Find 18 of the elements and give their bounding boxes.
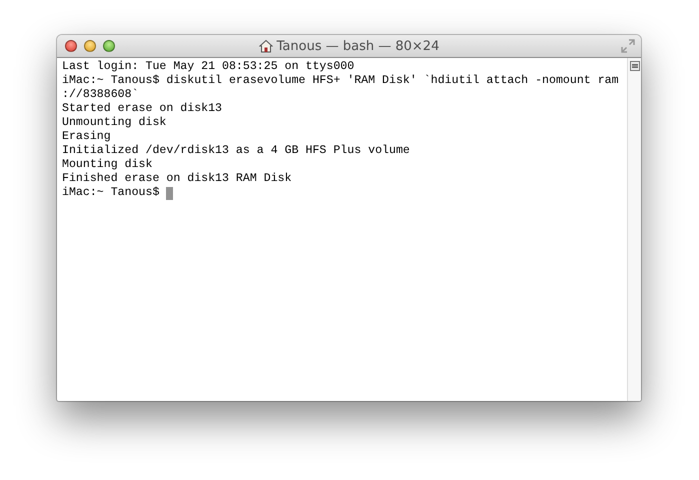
fullscreen-icon[interactable] — [621, 39, 635, 53]
terminal-line: iMac:~ Tanous$ — [62, 186, 160, 200]
split-pane-icon[interactable] — [630, 61, 640, 71]
terminal-line: Started erase on disk13 — [62, 102, 222, 116]
terminal-line: iMac:~ Tanous$ diskutil erasevolume HFS+ 'RAM Disk' `hdiutil attach -nomount ram — [62, 74, 619, 88]
terminal-line: Mounting disk — [62, 158, 152, 172]
house-icon — [258, 39, 273, 53]
terminal-line: Last login: Tue May 21 08:53:25 on ttys000 — [62, 60, 354, 74]
close-button[interactable] — [65, 40, 77, 52]
zoom-button[interactable] — [103, 40, 115, 52]
scroll-bar[interactable] — [627, 58, 641, 401]
terminal-line: ://8388608` — [62, 88, 139, 102]
terminal-line: Finished erase on disk13 RAM Disk — [62, 172, 292, 186]
window-title: Tanous — bash — 80×24 — [276, 38, 440, 54]
minimize-button[interactable] — [84, 40, 96, 52]
terminal-line: Unmounting disk — [62, 116, 166, 130]
terminal-line: Initialized /dev/rdisk13 as a 4 GB HFS Plus volume — [62, 144, 410, 158]
terminal-line: Erasing — [62, 130, 111, 144]
